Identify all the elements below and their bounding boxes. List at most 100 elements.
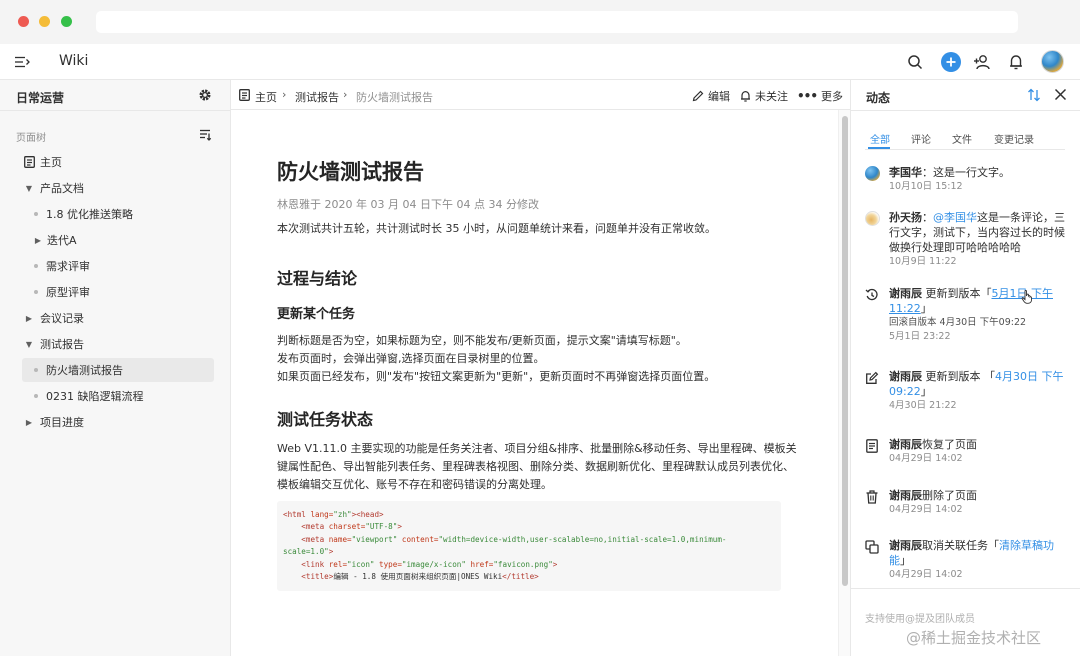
document-icon: [24, 156, 35, 168]
document-scrollbar[interactable]: [838, 110, 850, 656]
code-block: <html lang="zh"><head> <meta charset="UT…: [277, 501, 781, 591]
more-button[interactable]: ••• 更多: [797, 88, 843, 104]
app-header: Wiki: [0, 44, 1080, 80]
tree-item-prototype-review[interactable]: 原型评审: [0, 280, 230, 304]
tab-files[interactable]: 文件: [952, 131, 972, 146]
edit-button[interactable]: 编辑: [692, 88, 730, 104]
pencil-icon: [692, 90, 704, 102]
heading-update-task: 更新某个任务: [277, 307, 356, 322]
search-icon[interactable]: [905, 52, 925, 72]
activity-item: 谢雨辰删除了页面 04月29日 14:02: [865, 488, 1071, 520]
heading-test-status: 测试任务状态: [277, 410, 374, 429]
tree-item-iteration-a[interactable]: ▶ 迭代A: [0, 228, 230, 252]
activity-time: 4月30日 21:22: [889, 400, 957, 411]
document-icon: [239, 89, 250, 101]
follow-button[interactable]: 未关注: [740, 88, 788, 104]
address-bar[interactable]: [96, 11, 1018, 33]
activity-item: 孙天扬：@李国华这是一条评论，三 行文字，测试下，当内容过长的时候 做换行处理即…: [865, 210, 1071, 270]
plus-icon: [946, 57, 956, 67]
document-intro: 本次测试共计五轮，共计测试时长 35 小时，从问题单统计来看，问题单并没有正常收…: [277, 222, 716, 235]
tree-item-label: 防火墙测试报告: [46, 364, 123, 377]
avatar[interactable]: [865, 166, 880, 181]
bullet-icon: [34, 394, 38, 398]
document-meta: 林恩雅于 2020 年 03 月 04 日下午 04 点 34 分修改: [277, 198, 539, 211]
sort-order-icon[interactable]: [1027, 88, 1041, 102]
activity-actor[interactable]: 孙天扬: [889, 211, 922, 224]
activity-item: 谢雨辰恢复了页面 04月29日 14:02: [865, 437, 1071, 469]
add-member-icon[interactable]: [972, 52, 992, 72]
task-link[interactable]: 清除草稿功: [999, 539, 1054, 552]
activity-actor[interactable]: 谢雨辰: [889, 539, 922, 552]
tab-all[interactable]: 全部: [870, 131, 890, 146]
chevron-down-icon[interactable]: ▼: [23, 340, 35, 349]
version-link[interactable]: 11:22: [889, 302, 921, 315]
maximize-window-button[interactable]: [61, 16, 72, 27]
page-tree-sidebar: 日常运营 页面树 主页 ▼ 产品文档 1.8 优化推送策略 ▶ 迭代A 需求评审…: [0, 80, 231, 656]
document-restore-icon: [865, 439, 879, 453]
hand-cursor-icon: [1021, 290, 1032, 304]
restore-history-icon: [865, 288, 879, 302]
tree-item-label: 0231 缺陷逻辑流程: [46, 390, 144, 403]
task-link[interactable]: 能: [889, 554, 900, 567]
activity-item: 谢雨辰取消关联任务「清除草稿功 能」 04月29日 14:02: [865, 538, 1071, 586]
paragraph-line: 键属性配色、导出智能列表任务、里程碑表格视图、删除分类、数据刷新优化、里程碑默认…: [277, 460, 794, 473]
divider: [851, 110, 1080, 111]
chevron-right-icon[interactable]: ▶: [23, 418, 35, 427]
window-titlebar: [0, 0, 1080, 44]
sort-icon[interactable]: [199, 128, 212, 141]
paragraph-line: Web V1.11.0 主要实现的功能是任务关注者、项目分组&排序、批量删除&移…: [277, 442, 797, 455]
scrollbar-thumb[interactable]: [842, 116, 848, 586]
more-dots-icon: •••: [797, 89, 818, 103]
follow-label: 未关注: [755, 90, 788, 103]
notification-bell-icon[interactable]: [1006, 52, 1026, 72]
chevron-down-icon[interactable]: ▼: [23, 184, 35, 193]
tree-item-requirement-review[interactable]: 需求评审: [0, 254, 230, 278]
breadcrumb-parent[interactable]: 测试报告: [295, 89, 339, 105]
activity-actor[interactable]: 谢雨辰: [889, 287, 922, 300]
paragraph-line: 发布页面时，会弹出弹窗,选择页面在目录树里的位置。: [277, 352, 545, 365]
breadcrumb-home[interactable]: 主页: [255, 89, 277, 105]
tree-item-project-progress[interactable]: ▶ 项目进度: [0, 410, 230, 434]
tree-item-label: 产品文档: [40, 182, 84, 195]
tree-item-product-docs[interactable]: ▼ 产品文档: [0, 176, 230, 200]
tree-item-defect-flow[interactable]: 0231 缺陷逻辑流程: [0, 384, 230, 408]
mention-link[interactable]: @李国华: [933, 211, 977, 224]
tree-item-meeting-notes[interactable]: ▶ 会议记录: [0, 306, 230, 330]
unlink-task-icon: [865, 540, 879, 554]
activity-text: 这是一行文字。: [933, 166, 1010, 179]
avatar[interactable]: [865, 211, 880, 226]
paragraph-line: 判断标题是否为空，如果标题为空，则不能发布/更新页面，提示文案"请填写标题"。: [277, 334, 687, 347]
tab-change-log[interactable]: 变更记录: [994, 131, 1034, 146]
minimize-window-button[interactable]: [39, 16, 50, 27]
tree-item-firewall-report[interactable]: 防火墙测试报告: [22, 358, 214, 382]
activity-item: 谢雨辰 更新到版本 「4月30日 下午 09:22」 4月30日 21:22: [865, 369, 1071, 419]
app-title: Wiki: [59, 53, 89, 69]
activity-actor[interactable]: 谢雨辰: [889, 489, 922, 502]
more-label: 更多: [821, 90, 844, 103]
gear-icon[interactable]: [198, 88, 212, 102]
version-link[interactable]: 09:22: [889, 385, 921, 398]
version-link[interactable]: 4月30日 下午: [995, 370, 1064, 383]
watermark: @稀土掘金技术社区: [906, 629, 1042, 647]
tree-item-home[interactable]: 主页: [0, 150, 230, 174]
breadcrumb-current: 防火墙测试报告: [356, 91, 433, 104]
tree-item-test-reports[interactable]: ▼ 测试报告: [0, 332, 230, 356]
sidebar-toggle-icon[interactable]: [14, 54, 30, 70]
chevron-right-icon[interactable]: ▶: [32, 236, 44, 245]
chevron-right-icon[interactable]: ▶: [23, 314, 35, 323]
activity-time: 04月29日 14:02: [889, 504, 963, 515]
activity-actor[interactable]: 李国华: [889, 166, 922, 179]
activity-actor[interactable]: 谢雨辰: [889, 370, 922, 383]
edit-label: 编辑: [708, 90, 730, 103]
tree-item-push-strategy[interactable]: 1.8 优化推送策略: [0, 202, 230, 226]
close-window-button[interactable]: [18, 16, 29, 27]
tab-comments[interactable]: 评论: [911, 131, 931, 146]
tree-item-label: 原型评审: [46, 286, 90, 299]
activity-time: 10月9日 11:22: [889, 256, 957, 267]
user-avatar[interactable]: [1041, 50, 1064, 73]
document-title: 防火墙测试报告: [277, 160, 424, 184]
activity-actor[interactable]: 谢雨辰: [889, 438, 922, 451]
close-icon[interactable]: [1054, 88, 1067, 101]
create-button[interactable]: [941, 52, 961, 72]
activity-item: 李国华：这是一行文字。 10月10日 15:12: [865, 165, 1071, 195]
